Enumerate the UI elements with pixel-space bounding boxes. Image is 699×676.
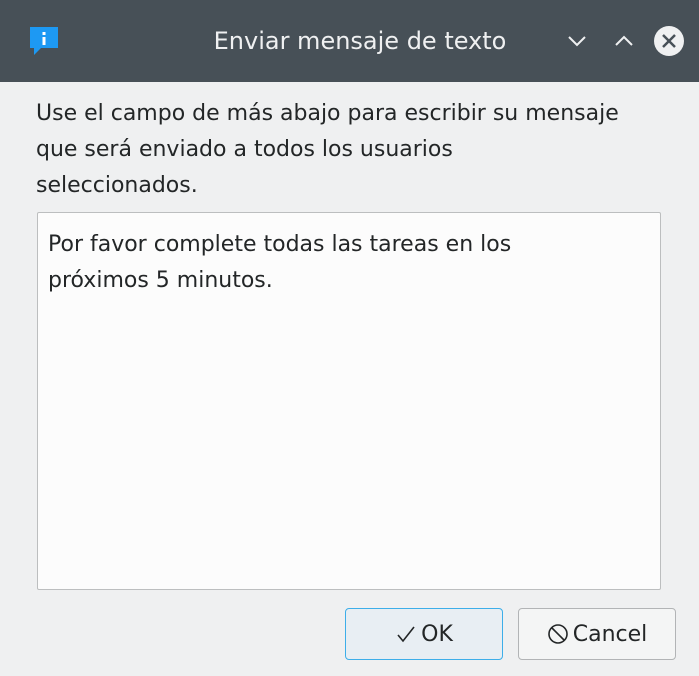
cancel-circle-icon (547, 624, 568, 644)
close-icon[interactable] (652, 24, 686, 58)
title-bar[interactable]: Enviar mensaje de texto (0, 0, 699, 82)
cancel-button[interactable]: Cancel (518, 608, 676, 660)
message-line: Por favor complete todas las tareas en l… (48, 232, 512, 257)
maximize-icon[interactable] (607, 24, 641, 58)
minimize-icon[interactable] (560, 24, 594, 58)
window-title: Enviar mensaje de texto (213, 27, 507, 55)
send-message-dialog: Enviar mensaje de texto Use el campo de … (0, 0, 699, 676)
instruction-line: seleccionados. (36, 173, 198, 198)
instruction-line: Use el campo de más abajo para escribir … (36, 101, 619, 126)
cancel-button-label: Cancel (572, 621, 648, 647)
message-textarea[interactable]: Por favor complete todas las tareas en l… (37, 212, 661, 590)
message-line: próximos 5 minutos. (48, 268, 273, 293)
check-icon (397, 626, 415, 643)
ok-button[interactable]: OK (345, 608, 503, 660)
message-info-icon (30, 27, 58, 55)
instruction-text: Use el campo de más abajo para escribir … (36, 96, 676, 204)
instruction-line: que será enviado a todos los usuarios (36, 137, 453, 162)
ok-button-label: OK (421, 621, 453, 647)
